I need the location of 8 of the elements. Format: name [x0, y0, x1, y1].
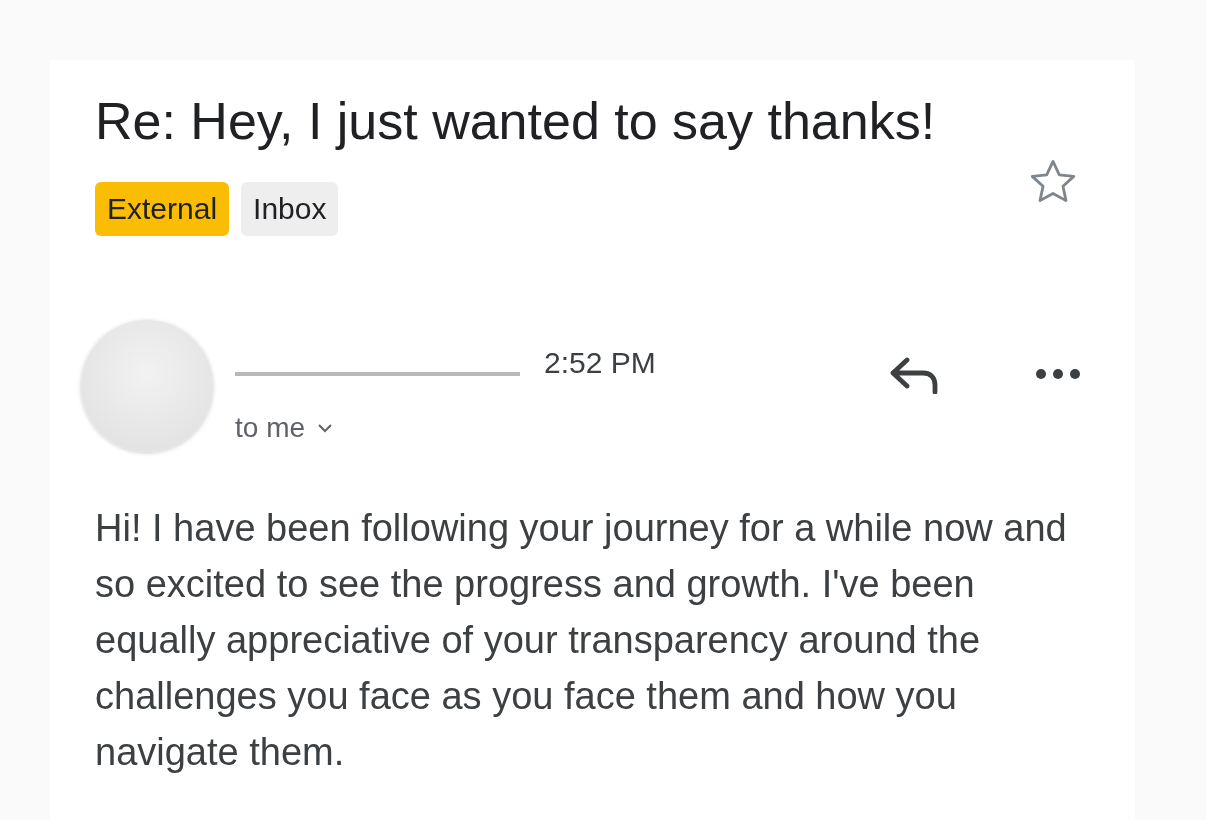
folder-label[interactable]: Inbox: [241, 182, 339, 237]
chevron-down-icon: [317, 423, 334, 433]
time: 2:52 PM: [544, 345, 656, 381]
email-subject: Re: Hey, I just wanted to say thanks!: [95, 92, 936, 150]
more-icon[interactable]: [1035, 368, 1081, 380]
external-label: External: [95, 182, 230, 237]
message-body: Hi! I have been following your journey for a while now and so excited to see the progress and growth. I've been equally appreciative of your transparency around the challenges you face as you face them and how you navigate them.: [95, 506, 1068, 775]
recipient-toggle[interactable]: to me: [235, 407, 334, 449]
